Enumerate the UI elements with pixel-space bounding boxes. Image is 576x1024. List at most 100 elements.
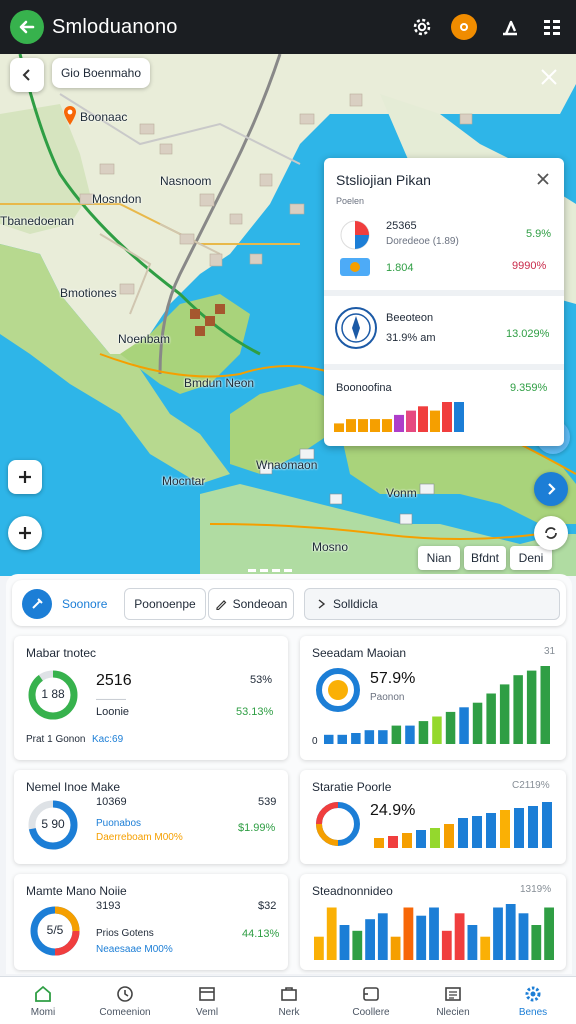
tab[interactable]: Sondeoan [208, 588, 294, 620]
chart-bar [544, 907, 554, 960]
chart-bar [514, 808, 524, 848]
close-icon[interactable] [536, 172, 550, 186]
chart-bar [445, 711, 456, 744]
card-change: 53.13% [236, 706, 274, 718]
chart-bar [403, 907, 414, 960]
chart-bar [441, 930, 452, 960]
chart-bar [388, 836, 398, 848]
sync-icon [545, 527, 557, 539]
chart-card[interactable]: Seeadam Maoian 31 57.9% Paonon 0 [300, 636, 566, 760]
nav-label: Nlecien [436, 1007, 470, 1018]
zoom-in-button[interactable] [8, 460, 42, 494]
navigate-button[interactable] [534, 472, 568, 506]
nav-label: Momi [30, 1007, 56, 1018]
card-title: Steadnonnideo [312, 884, 393, 898]
recenter-button[interactable] [534, 516, 568, 550]
card-sub: Neaesaae M00% [96, 944, 173, 955]
menu-button[interactable] [538, 13, 566, 41]
plus-icon [19, 527, 31, 539]
chart-bar [405, 725, 415, 744]
nav-label: Benes [518, 1007, 548, 1018]
tab-bar: Soonore Poonoenpe Sondeoan Solldicla [12, 580, 566, 626]
card-title: Seeadam Maoian [312, 646, 407, 660]
nav-item-active[interactable]: Benes [492, 977, 574, 1024]
chart-bar [513, 675, 523, 744]
panel-row[interactable]: Boonoofina 9.359% [324, 372, 564, 442]
chart-bar [430, 828, 440, 848]
share-button[interactable] [496, 13, 524, 41]
map-label: Mosno [312, 540, 349, 554]
nav-label: Comeenion [99, 1007, 151, 1018]
map-view[interactable]: Gio Boenmaho Boonaac Nasnoom Mosndon Tba… [0, 54, 576, 576]
filter-chip[interactable]: Nian [418, 546, 460, 570]
card-title: Staratie Poorle [312, 780, 392, 794]
map-label: Vonm [386, 486, 417, 500]
divider [324, 364, 564, 370]
map-pin-icon[interactable] [62, 104, 78, 126]
nav-item[interactable]: Nerk [248, 977, 330, 1024]
bar-chart [314, 904, 554, 960]
chart-bar [418, 406, 428, 432]
tab-active[interactable]: Soonore [22, 588, 122, 620]
expand-icon[interactable] [538, 66, 560, 88]
pencil-icon [216, 600, 226, 610]
info-panel: Stsliojian Pikan Poelen 25365 Doredeoe (… [324, 158, 564, 446]
map-back-button[interactable] [10, 58, 44, 92]
chart-bar [416, 915, 427, 960]
chart-card[interactable]: Steadnonnideo 1319% [300, 874, 566, 970]
stat-card[interactable]: Mabar tnotec 1 88 2516 ——— Loonie 53% 53… [14, 636, 288, 760]
nav-item[interactable]: Coollere [330, 977, 412, 1024]
nav-item[interactable]: Veml [166, 977, 248, 1024]
stat-card[interactable]: Nemel Inoe Make 5 90 10369 Puonabos Daer… [14, 770, 288, 864]
chart-bar [382, 419, 392, 432]
nav-item[interactable]: Momi [2, 977, 84, 1024]
chart-bar [370, 419, 380, 432]
app-header: Smloduanono [0, 0, 576, 54]
tab[interactable]: Poonoenpe [124, 588, 206, 620]
map-label: Nasnoom [160, 174, 212, 188]
panel-row[interactable]: Beeoteon 31.9% am 13.029% [324, 300, 564, 360]
stat-card[interactable]: Mamte Mano Noiie 5/5 3193 Prios Gotens N… [14, 874, 288, 970]
chart-bar [472, 702, 483, 744]
search-tab[interactable]: Solldicla [304, 588, 560, 620]
card-pct: $32 [258, 900, 277, 912]
panel-row[interactable]: 25365 Doredeoe (1.89) 5.9% 1.804 9990% [324, 214, 564, 286]
chart-bar [486, 813, 496, 848]
filter-chip[interactable]: Deni [510, 546, 552, 570]
add-marker-button[interactable] [8, 516, 42, 550]
chart-bar [444, 824, 454, 848]
app-title: Smloduanono [52, 16, 178, 38]
activity-button[interactable] [450, 13, 478, 41]
chart-bar [526, 670, 537, 744]
settings-button[interactable] [408, 13, 436, 41]
share-icon [503, 20, 517, 36]
chart-bar [486, 693, 496, 744]
location-pill[interactable]: Gio Boenmaho [52, 58, 150, 88]
map-pager [248, 560, 294, 572]
nav-item[interactable]: Nlecien [412, 977, 494, 1024]
stats-sheet: Soonore Poonoenpe Sondeoan Solldicla Mab… [6, 574, 572, 974]
card-title: Nemel Inoe Make [26, 780, 121, 794]
panel-subtitle: Poelen [336, 196, 365, 206]
chart-card[interactable]: Staratie Poorle C2119% 24.9% [300, 770, 566, 864]
card-pct: 53% [250, 674, 273, 686]
back-button[interactable] [10, 10, 44, 44]
flame-icon [451, 14, 477, 40]
chart-bar [459, 707, 469, 744]
nav-item[interactable]: Comeenion [84, 977, 166, 1024]
chevron-right-icon [318, 599, 326, 609]
filter-chip[interactable]: Bfdnt [464, 546, 506, 570]
tool-icon [22, 589, 52, 619]
chart-bar [365, 919, 375, 960]
nav-label: Veml [195, 1007, 219, 1018]
chart-bar [472, 816, 482, 848]
chart-bar [542, 802, 552, 848]
card-footer-link[interactable]: Kac:69 [92, 734, 123, 745]
panel-change: 5.9% [526, 228, 552, 240]
card-corner: C2119% [512, 780, 550, 791]
chart-bar [518, 913, 529, 960]
bottom-navigation: Momi Comeenion Veml Nerk Coollere Nlecie… [0, 976, 576, 1024]
chart-bar [493, 907, 503, 960]
chart-bar [418, 721, 429, 744]
chart-bar [540, 666, 550, 744]
